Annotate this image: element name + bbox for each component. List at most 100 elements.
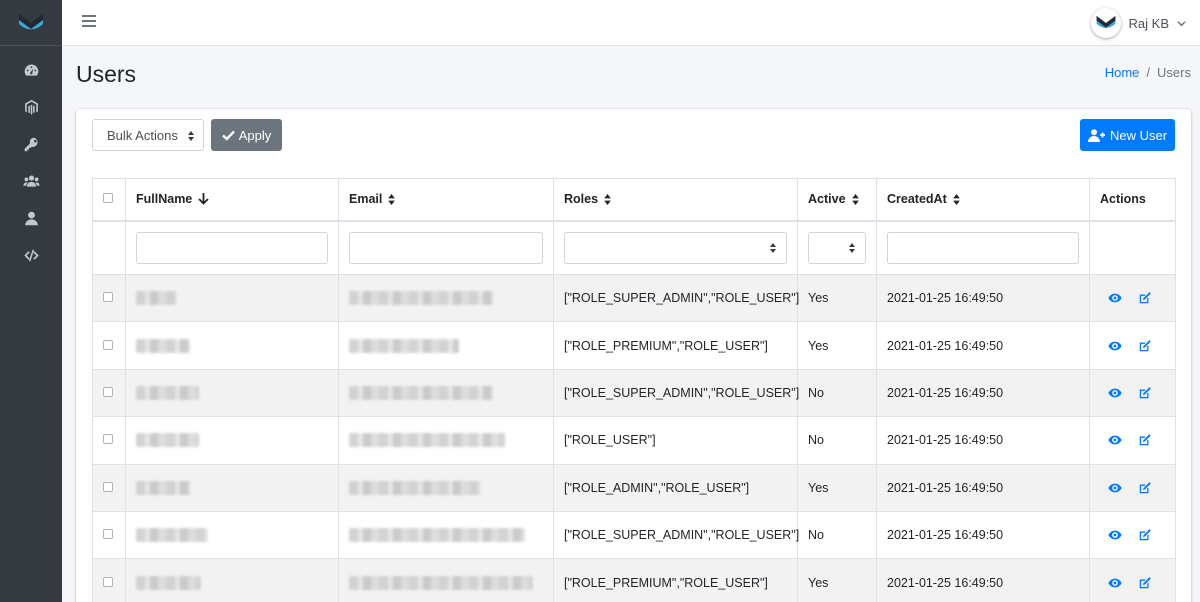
column-header-email[interactable]: Email xyxy=(338,178,554,222)
column-header-createdat[interactable]: CreatedAt xyxy=(876,178,1090,222)
actions-cell xyxy=(1089,558,1176,602)
actions-cell xyxy=(1089,273,1176,323)
users-card: Bulk Actions Apply New User FullName Ema… xyxy=(76,109,1191,602)
edit-icon[interactable] xyxy=(1138,386,1152,400)
redacted-email xyxy=(349,433,505,448)
users-table-body: ["ROLE_SUPER_ADMIN","ROLE_USER"] Yes 202… xyxy=(92,273,1176,602)
column-header-fullname[interactable]: FullName xyxy=(125,178,339,222)
redacted-email xyxy=(349,480,481,495)
sidebar-item-groups[interactable] xyxy=(0,163,62,200)
filter-cell xyxy=(797,220,877,275)
user-menu[interactable]: Raj KB xyxy=(1090,6,1186,40)
new-user-button[interactable]: New User xyxy=(1080,119,1175,151)
logo-icon xyxy=(19,13,43,29)
row-select-cell xyxy=(92,510,126,560)
redacted-fullname xyxy=(136,528,208,543)
breadcrumb: Home / Users xyxy=(1105,65,1191,80)
email-cell xyxy=(338,273,554,323)
eye-icon[interactable] xyxy=(1108,291,1122,305)
apply-button[interactable]: Apply xyxy=(211,119,282,151)
row-select-cell xyxy=(92,416,126,465)
eye-icon[interactable] xyxy=(1108,576,1122,590)
active-cell: Yes xyxy=(797,463,877,512)
active-filter-select[interactable] xyxy=(808,231,866,264)
actions-cell xyxy=(1089,416,1176,465)
roles-cell: ["ROLE_PREMIUM","ROLE_USER"] xyxy=(553,558,798,602)
sidebar-item-developer[interactable] xyxy=(0,237,62,274)
column-label: Roles xyxy=(564,192,599,207)
email-cell xyxy=(338,321,554,370)
sidebar-item-users[interactable] xyxy=(0,200,62,237)
redacted-fullname xyxy=(136,575,201,590)
row-checkbox[interactable] xyxy=(103,292,113,303)
row-checkbox[interactable] xyxy=(103,529,113,540)
active-cell: Yes xyxy=(797,558,877,602)
createdat-cell: 2021-01-25 16:49:50 xyxy=(876,321,1090,370)
table-row: ["ROLE_ADMIN","ROLE_USER"] Yes 2021-01-2… xyxy=(92,463,1176,512)
redacted-email xyxy=(349,575,533,590)
sidebar-item-keys[interactable] xyxy=(0,126,62,163)
row-select-cell xyxy=(92,321,126,370)
breadcrumb-separator: / xyxy=(1146,65,1151,80)
createdat-filter-input[interactable] xyxy=(887,231,1079,264)
fullname-cell xyxy=(125,510,339,560)
row-select-cell xyxy=(92,273,126,323)
roles-cell: ["ROLE_USER"] xyxy=(553,416,798,465)
email-cell xyxy=(338,510,554,560)
row-select-cell xyxy=(92,463,126,512)
edit-icon[interactable] xyxy=(1138,481,1152,495)
fullname-cell xyxy=(125,321,339,370)
redacted-email xyxy=(349,338,459,353)
eye-icon[interactable] xyxy=(1108,528,1122,542)
users-table: FullName Email Roles Active CreatedAt Ac… xyxy=(92,178,1176,602)
column-label: CreatedAt xyxy=(887,192,947,207)
page-title: Users xyxy=(76,61,137,87)
edit-icon[interactable] xyxy=(1138,433,1152,447)
column-header-active[interactable]: Active xyxy=(797,178,877,222)
roles-cell: ["ROLE_SUPER_ADMIN","ROLE_USER"] xyxy=(553,273,799,323)
createdat-cell: 2021-01-25 16:49:50 xyxy=(876,416,1090,465)
row-checkbox[interactable] xyxy=(103,576,113,587)
table-row: ["ROLE_PREMIUM","ROLE_USER"] Yes 2021-01… xyxy=(92,321,1176,370)
filter-cell xyxy=(92,220,126,275)
bulk-actions-select[interactable]: Bulk Actions xyxy=(92,119,204,151)
eye-icon[interactable] xyxy=(1108,433,1122,447)
active-cell: No xyxy=(797,416,877,465)
breadcrumb-home-link[interactable]: Home xyxy=(1105,65,1140,80)
row-checkbox[interactable] xyxy=(103,386,113,397)
key-icon xyxy=(24,137,38,152)
edit-icon[interactable] xyxy=(1138,339,1152,353)
fullname-cell xyxy=(125,273,339,323)
fullname-filter-input[interactable] xyxy=(136,231,328,264)
fullname-cell xyxy=(125,416,339,465)
users-icon xyxy=(22,175,40,187)
row-checkbox[interactable] xyxy=(103,481,113,492)
filter-cell xyxy=(125,220,339,275)
brand-logo[interactable] xyxy=(0,0,62,46)
row-checkbox[interactable] xyxy=(103,339,113,350)
row-select-cell xyxy=(92,558,126,602)
select-all-checkbox[interactable] xyxy=(103,193,113,204)
roles-filter-select[interactable] xyxy=(564,231,787,264)
sidebar-item-magento[interactable] xyxy=(0,89,62,126)
fullname-cell xyxy=(125,463,339,512)
redacted-fullname xyxy=(136,338,190,353)
eye-icon[interactable] xyxy=(1108,386,1122,400)
menu-toggle-icon[interactable] xyxy=(82,15,96,29)
edit-icon[interactable] xyxy=(1138,528,1152,542)
table-row: ["ROLE_SUPER_ADMIN","ROLE_USER"] Yes 202… xyxy=(92,273,1176,323)
filter-cell xyxy=(876,220,1090,275)
filter-cell xyxy=(553,220,798,275)
table-row: ["ROLE_PREMIUM","ROLE_USER"] Yes 2021-01… xyxy=(92,558,1176,602)
edit-icon[interactable] xyxy=(1138,576,1152,590)
active-cell: Yes xyxy=(797,321,877,370)
eye-icon[interactable] xyxy=(1108,339,1122,353)
edit-icon[interactable] xyxy=(1138,291,1152,305)
column-header-roles[interactable]: Roles xyxy=(553,178,798,222)
eye-icon[interactable] xyxy=(1108,481,1122,495)
row-checkbox[interactable] xyxy=(103,434,113,445)
sidebar-item-dashboard[interactable] xyxy=(0,52,62,89)
new-user-label: New User xyxy=(1109,127,1168,143)
redacted-fullname xyxy=(136,385,199,400)
email-filter-input[interactable] xyxy=(349,231,543,264)
